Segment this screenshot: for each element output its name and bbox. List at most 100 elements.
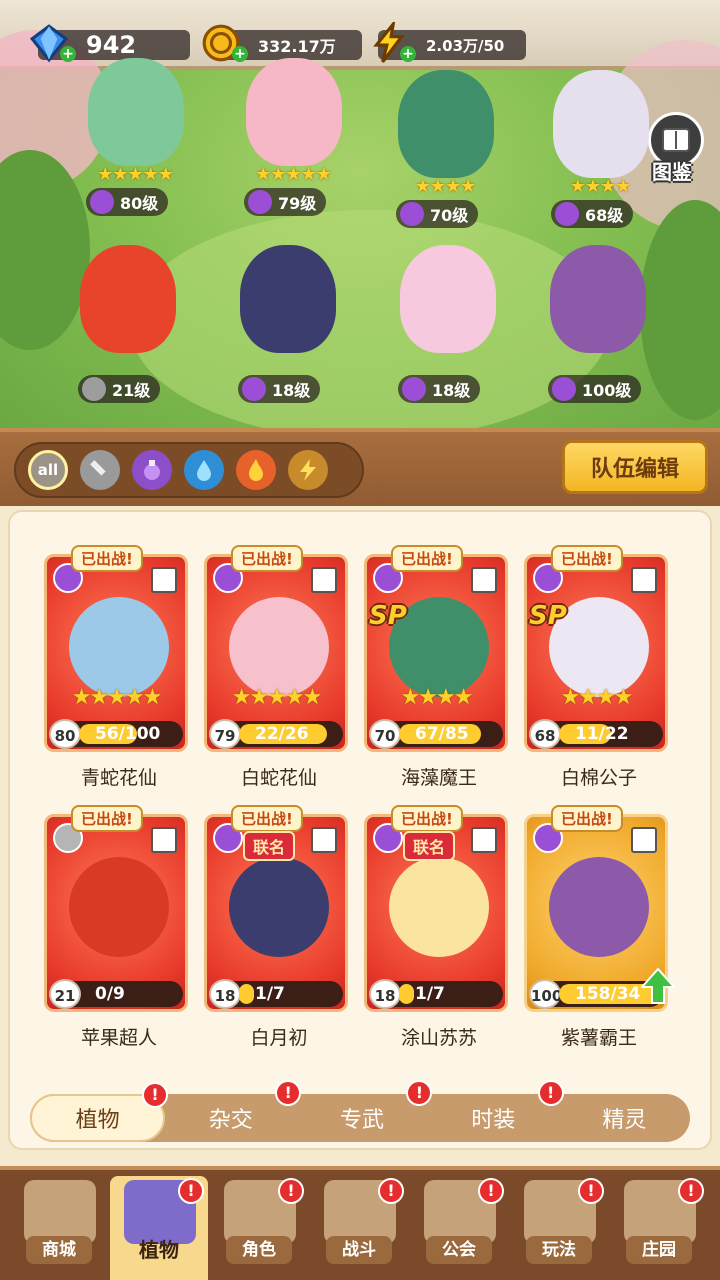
slot-level-text: 70级 [430, 206, 469, 225]
slot-level-badge: 100级 [548, 375, 642, 403]
card-progress-bar: 79 22/26 [209, 719, 343, 749]
formation-position-icon [471, 567, 497, 593]
plant-portrait [69, 857, 169, 957]
formation-position-icon [311, 567, 337, 593]
plant-name: 涂山苏苏 [400, 1027, 477, 1049]
progress-text: 22/26 [255, 724, 309, 744]
slot-level-badge: 18级 [398, 375, 481, 403]
deployed-badge: 已出战! [231, 805, 303, 832]
tab-2[interactable]: 杂交! [165, 1080, 302, 1142]
plant-card[interactable]: 已出战! 21 0/9 苹果超人 [44, 805, 188, 1049]
field-slot[interactable]: 18级 [382, 235, 512, 425]
card-level: 100 [529, 979, 562, 1009]
alert-badge: ! [578, 1178, 604, 1204]
plant-sprite [550, 245, 646, 353]
filter-sword-icon[interactable] [80, 450, 120, 490]
slot-level-badge: 18级 [238, 375, 321, 403]
formation-position-icon [151, 567, 177, 593]
plant-card[interactable]: 已出战! 100 158/34 紫薯霸王 [524, 805, 677, 1049]
nav-label: 庄园 [626, 1236, 692, 1264]
alert-badge: ! [278, 1178, 304, 1204]
plant-portrait [229, 597, 329, 697]
plant-sprite [553, 70, 649, 178]
plant-name: 白棉公子 [560, 767, 637, 789]
element-icon [400, 202, 424, 226]
team-edit-button[interactable]: 队伍编辑 [562, 440, 708, 494]
plant-name: 紫薯霸王 [560, 1027, 637, 1049]
field-slot[interactable]: ★★★★ 68级 [535, 60, 665, 250]
star-rating: ★★★★ [569, 176, 632, 197]
plant-sprite [400, 245, 496, 353]
nav-label: 商城 [26, 1236, 92, 1264]
deployed-badge: 已出战! [71, 545, 143, 572]
energy-value: 2.03万/50 [426, 36, 505, 55]
sp-badge: SP [369, 601, 407, 631]
filter-all[interactable]: all [28, 450, 68, 490]
slot-level-badge: 70级 [396, 200, 479, 228]
progress-text: 11/22 [575, 724, 629, 744]
plant-card[interactable]: 已出战! 联名 18 1/7 白月初 [204, 805, 348, 1049]
formation-position-icon [151, 827, 177, 853]
card-progress-bar: 18 1/7 [209, 979, 343, 1009]
filter-lightning-icon[interactable] [288, 450, 328, 490]
star-rating: ★★★★★ [255, 164, 332, 185]
field-slot[interactable]: 18级 [222, 235, 352, 425]
progress-text: 1/7 [415, 984, 445, 1004]
slot-level-badge: 79级 [244, 188, 327, 216]
field-slot[interactable]: ★★★★★ 79级 [228, 48, 358, 238]
tab-1[interactable]: 植物! [30, 1082, 168, 1142]
field-slot[interactable]: 21级 [62, 235, 192, 425]
formation-position-icon [631, 567, 657, 593]
tab-5[interactable]: 精灵 [559, 1094, 690, 1142]
card-level: 79 [209, 719, 241, 749]
plant-card[interactable]: 已出战! ★★★★★ 80 56/100 青蛇花仙 [44, 545, 188, 789]
tab-label: 专武 [340, 1108, 385, 1133]
slot-level-text: 18级 [272, 381, 311, 400]
plant-card[interactable]: 已出战! SP ★★★★ 68 11/22 白棉公子 [524, 545, 668, 789]
deployed-badge: 已出战! [551, 805, 623, 832]
slot-level-text: 18级 [432, 381, 471, 400]
star-rating: ★★★★★ [97, 164, 174, 185]
card-progress-bar: 21 0/9 [49, 979, 183, 1009]
star-rating: ★★★★★ [231, 685, 323, 710]
slot-level-text: 80级 [120, 194, 159, 213]
progress-text: 158/34 [575, 984, 641, 1004]
nav-item[interactable]: 庄园! [610, 1176, 708, 1276]
sp-badge: SP [529, 601, 567, 631]
plant-portrait [69, 597, 169, 697]
deployed-badge: 已出战! [231, 545, 303, 572]
field-slot[interactable]: 100级 [532, 235, 662, 425]
card-level: 18 [209, 979, 241, 1009]
card-level: 18 [369, 979, 401, 1009]
plant-name: 苹果超人 [80, 1027, 157, 1049]
plant-card[interactable]: 已出战! SP ★★★★ 70 67/85 海藻魔王 [364, 545, 508, 789]
tab-4[interactable]: 时装! [428, 1080, 564, 1142]
nav-item[interactable]: 植物! [110, 1176, 208, 1280]
field-slot[interactable]: ★★★★★ 80级 [70, 48, 200, 238]
star-rating: ★★★★ [414, 176, 477, 197]
nav-item[interactable]: 商城 [10, 1176, 108, 1276]
filter-fire-icon[interactable] [236, 450, 276, 490]
plant-card[interactable]: 已出战! ★★★★★ 79 22/26 白蛇花仙 [204, 545, 348, 789]
element-icon [242, 377, 266, 401]
plant-card[interactable]: 已出战! 联名 18 1/7 涂山苏苏 [364, 805, 508, 1049]
tab-3[interactable]: 专武! [296, 1080, 433, 1142]
energy-counter[interactable]: + 2.03万/50 [373, 22, 526, 63]
filter-water-icon[interactable] [184, 450, 224, 490]
card-progress-bar: 80 56/100 [49, 719, 183, 749]
nav-item[interactable]: 角色! [210, 1176, 308, 1276]
upgrade-arrow-icon[interactable] [639, 967, 677, 1005]
star-rating: ★★★★ [400, 685, 474, 710]
filter-potion-icon[interactable] [132, 450, 172, 490]
deployed-badge: 已出战! [71, 805, 143, 832]
nav-item[interactable]: 玩法! [510, 1176, 608, 1276]
plant-name: 海藻魔王 [400, 767, 477, 789]
star-rating: ★★★★ [560, 685, 634, 710]
nav-label: 战斗 [326, 1236, 392, 1264]
nav-item[interactable]: 战斗! [310, 1176, 408, 1276]
plant-sprite [88, 58, 184, 166]
nav-label: 植物 [139, 1238, 179, 1262]
nav-item[interactable]: 公会! [410, 1176, 508, 1276]
slot-level-text: 21级 [112, 381, 151, 400]
field-slot[interactable]: ★★★★ 70级 [380, 60, 510, 250]
